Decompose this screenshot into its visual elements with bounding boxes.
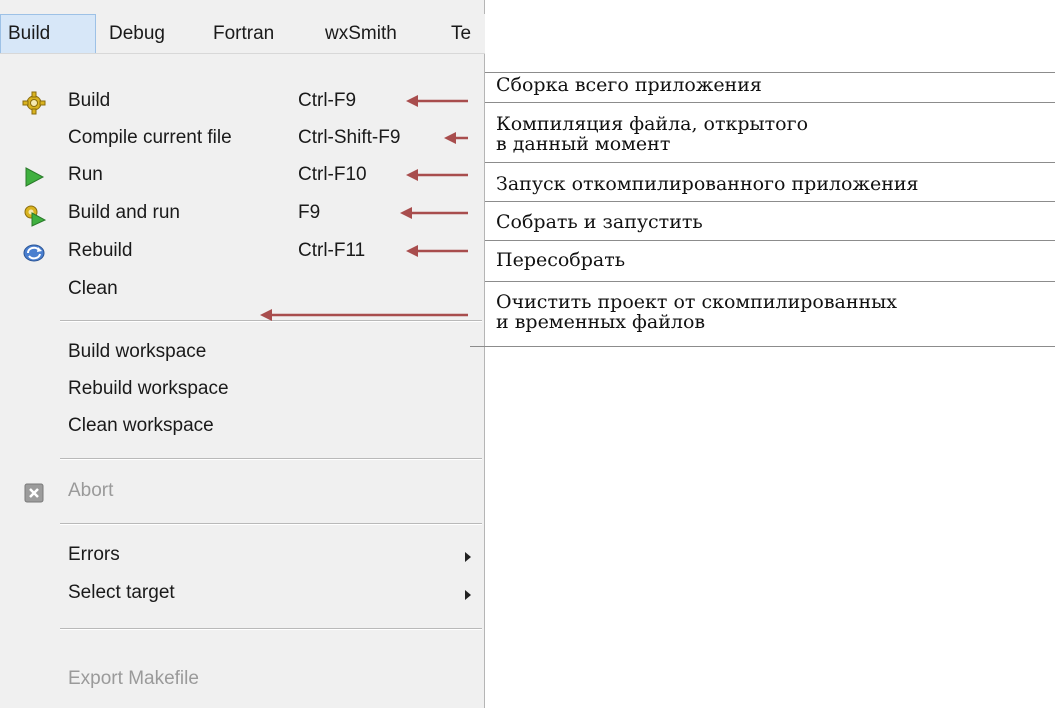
description-divider [485,281,1055,282]
menu-item-clean-workspace[interactable]: Clean workspace [0,409,485,446]
description-divider [485,162,1055,163]
description-divider [485,102,1055,103]
menu-item-label: Compile current file [68,127,232,148]
menu-item-label: Build and run [68,202,180,223]
description-compile: Компиляция файла, открытого в данный мом… [496,114,808,154]
description-line: Запуск откомпилированного приложения [496,173,919,195]
menu-item-label: Clean workspace [68,415,214,436]
rebuild-icon [22,241,46,265]
menu-item-compile-current-file[interactable]: Compile current file Ctrl-Shift-F9 [0,121,485,158]
menu-item-label: Build [68,90,111,111]
pointer-arrow [444,131,468,144]
menu-item-clean[interactable]: Clean [0,272,485,309]
description-build-and-run: Собрать и запустить [496,212,703,232]
menubar-item-debug[interactable]: Debug [102,14,172,53]
menu-item-shortcut: Ctrl-F10 [298,164,367,185]
menubar-item-build[interactable]: Build [0,14,96,53]
menubar: Build Debug Fortran wxSmith Te [0,14,485,54]
menu-item-label: Abort [68,480,114,501]
menubar-item-fortran[interactable]: Fortran [206,14,281,53]
menu-item-shortcut: Ctrl-Shift-F9 [298,127,401,148]
pointer-arrow [406,168,468,181]
menu-item-label: Errors [68,544,120,565]
description-divider [470,346,1055,347]
menu-item-shortcut: Ctrl-F9 [298,90,357,111]
menu-item-select-target[interactable]: Select target [0,576,485,613]
menu-item-label: Export Makefile [68,668,199,689]
description-line: Пересобрать [496,249,626,271]
description-rebuild: Пересобрать [496,250,625,270]
menu-item-export-makefile: Export Makefile [0,662,485,699]
pointer-arrow [406,244,468,257]
description-line: Очистить проект от скомпилированных [496,291,898,313]
menubar-item-wxsmith[interactable]: wxSmith [318,14,404,53]
menu-item-label: Clean [68,278,118,299]
description-clean: Очистить проект от скомпилированных и вр… [496,292,897,332]
menu-item-label: Rebuild [68,240,133,261]
menu-item-rebuild-workspace[interactable]: Rebuild workspace [0,372,485,409]
menu-item-shortcut: Ctrl-F11 [298,240,366,261]
submenu-arrow-icon [465,590,471,600]
pointer-arrow [260,308,468,321]
menu-item-shortcut: F9 [298,202,321,223]
menu-item-errors[interactable]: Errors [0,538,485,575]
build-and-run-icon [22,203,47,227]
pointer-arrow [400,206,468,219]
description-run: Запуск откомпилированного приложения [496,174,919,194]
description-divider [485,201,1055,202]
description-build: Сборка всего приложения [496,75,762,95]
description-divider [485,72,1055,73]
pointer-arrow [406,94,468,107]
menu-item-label: Build workspace [68,341,207,362]
menubar-item-tools[interactable]: Te [444,14,478,53]
build-gear-icon [22,91,46,115]
abort-icon [22,481,46,505]
menu-separator [60,628,482,630]
submenu-arrow-icon [465,552,471,562]
menu-item-abort: Abort [0,474,485,511]
description-line: и временных файлов [496,311,706,333]
description-line: Компиляция файла, открытого [496,113,809,135]
menu-item-label: Rebuild workspace [68,378,229,399]
description-line: в данный момент [496,133,671,155]
run-play-icon [22,165,46,189]
description-line: Собрать и запустить [496,211,703,233]
menu-item-build-workspace[interactable]: Build workspace [0,335,485,372]
description-divider [485,240,1055,241]
menu-item-label: Select target [68,582,175,603]
menu-item-label: Run [68,164,103,185]
menu-separator [60,458,482,460]
menu-separator [60,523,482,525]
description-line: Сборка всего приложения [496,74,762,96]
